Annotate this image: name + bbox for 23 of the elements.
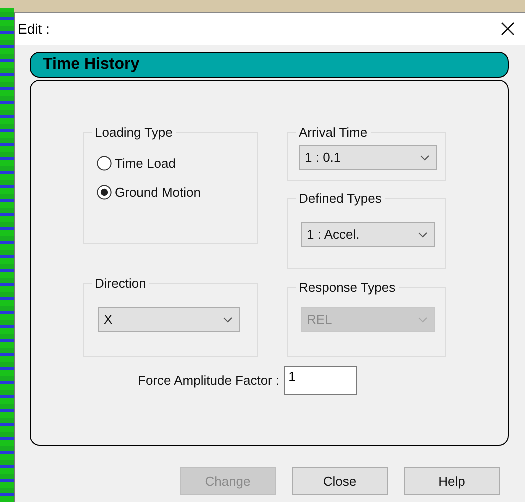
dropdown[interactable]: 1 : 0.1 <box>299 145 437 170</box>
close-icon <box>501 22 515 36</box>
radio-button-icon[interactable] <box>97 185 112 200</box>
window-title: Edit : <box>18 21 50 37</box>
input-field[interactable]: 1 <box>284 366 357 395</box>
group-label: Direction <box>94 276 148 291</box>
group-label: Defined Types <box>298 191 383 206</box>
chevron-down-icon <box>420 154 430 160</box>
dropdown[interactable]: 1 : Accel. <box>301 222 435 247</box>
group-label: Loading Type <box>94 125 174 140</box>
radio-option[interactable]: Time Load <box>97 156 257 171</box>
chevron-down-icon <box>418 316 428 322</box>
dialog-button[interactable]: Help <box>404 467 500 495</box>
section-header: Time History <box>30 52 509 78</box>
radio-button-icon[interactable] <box>97 156 112 171</box>
group-label: Arrival Time <box>298 125 369 140</box>
chevron-down-icon <box>223 316 233 322</box>
chevron-down-icon <box>418 232 428 238</box>
dropdown[interactable]: X <box>98 307 240 332</box>
dialog-button[interactable]: Close <box>292 467 388 495</box>
group-label: Response Types <box>298 280 397 295</box>
field-label: Force Amplitude Factor : <box>138 373 280 388</box>
radio-option[interactable]: Ground Motion <box>97 185 257 200</box>
